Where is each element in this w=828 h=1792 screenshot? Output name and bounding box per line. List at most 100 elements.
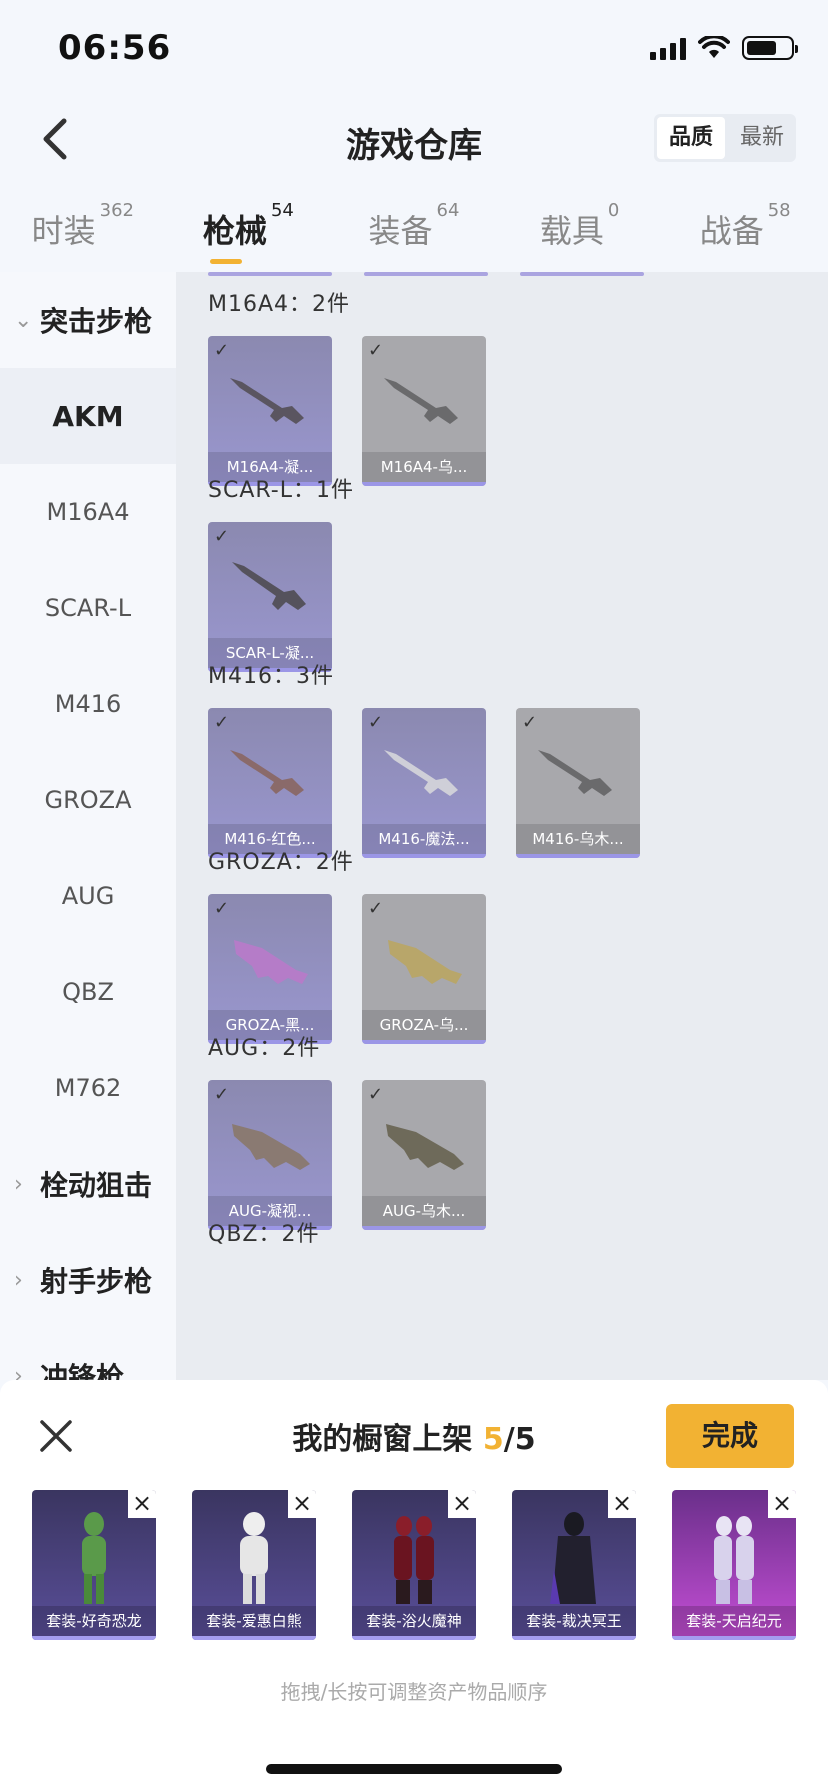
section-title: AUG：2件 [208, 1036, 321, 1061]
check-icon: ✓ [214, 340, 230, 361]
tab-count: 54 [270, 200, 294, 221]
showcase-item-name: 套装-裁决冥王 [512, 1606, 636, 1636]
category-tabs: 时装362 枪械54 装备64 载具0 战备58 [0, 196, 828, 272]
rifle-icon [234, 940, 308, 984]
sidebar-group-smg[interactable]: › 冲锋枪 [0, 1328, 176, 1380]
chevron-right-icon: › [14, 1171, 23, 1197]
section-m16a4: M16A4：2件 ✓ M16A4-凝... ✓ M16A4-乌... [208, 284, 486, 486]
sidebar-group-label: 栓动狙击 [40, 1169, 153, 1202]
tab-fashion[interactable]: 时装362 [0, 196, 166, 272]
section-scar-l: SCAR-L：1件 ✓ SCAR-L-凝... [208, 470, 354, 672]
showcase-item[interactable]: × 套装-浴火魔神 [352, 1490, 476, 1640]
showcase-count-current: 5 [482, 1422, 504, 1457]
done-button[interactable]: 完成 [666, 1404, 794, 1468]
weapon-card[interactable]: ✓ AUG-凝视... [208, 1080, 332, 1230]
showcase-count-total: /5 [503, 1422, 536, 1457]
rifle-icon [538, 750, 612, 796]
card-name: AUG-乌木... [362, 1196, 486, 1226]
remove-icon[interactable]: × [768, 1490, 796, 1518]
sidebar-item-groza[interactable]: GROZA [0, 752, 176, 848]
remove-icon[interactable]: × [448, 1490, 476, 1518]
sidebar-item-qbz[interactable]: QBZ [0, 944, 176, 1040]
bear-costume-icon [240, 1512, 268, 1604]
home-indicator[interactable] [266, 1764, 562, 1774]
scrolled-cards-edge [208, 272, 644, 276]
showcase-item[interactable]: × 套装-好奇恐龙 [32, 1490, 156, 1640]
sidebar-item-scar-l[interactable]: SCAR-L [0, 560, 176, 656]
tab-count: 58 [767, 200, 791, 221]
weapon-card[interactable]: ✓ M16A4-乌... [362, 336, 486, 486]
battery-icon [742, 36, 798, 60]
chevron-right-icon: › [14, 1267, 23, 1293]
sidebar-group-marksman[interactable]: › 射手步枪 [0, 1232, 176, 1328]
armor-costume-icon [714, 1516, 754, 1604]
weapon-card[interactable]: ✓ M416-魔法... [362, 708, 486, 858]
sidebar-item-m416[interactable]: M416 [0, 656, 176, 752]
tab-active-indicator [210, 259, 243, 264]
sidebar-item-m16a4[interactable]: M16A4 [0, 464, 176, 560]
check-icon: ✓ [368, 340, 384, 361]
tab-count: 64 [436, 200, 460, 221]
sidebar-group-bolt-action[interactable]: › 栓动狙击 [0, 1136, 176, 1232]
section-m416: M416：3件 ✓ M416-红色... ✓ M416-魔法... ✓ M416… [208, 656, 640, 858]
sort-newest-button[interactable]: 最新 [728, 114, 796, 162]
sidebar-item-m762[interactable]: M762 [0, 1040, 176, 1136]
header: 游戏仓库 品质 最新 [0, 96, 828, 186]
check-icon: ✓ [368, 898, 384, 919]
showcase-panel: 我的橱窗上架 5/5 完成 × 套装-好奇恐龙 × 套装-爱惠白熊 × 套装-浴… [0, 1380, 828, 1792]
showcase-title-text: 我的橱窗上架 [292, 1422, 483, 1457]
weapon-card[interactable]: ✓ SCAR-L-凝... [208, 522, 332, 672]
sidebar-item-akm[interactable]: AKM [0, 368, 176, 464]
section-title: QBZ：2件 [208, 1222, 320, 1247]
wifi-icon [698, 36, 730, 58]
tab-label: 时装 [31, 212, 96, 250]
check-icon: ✓ [214, 712, 230, 733]
showcase-item-name: 套装-浴火魔神 [352, 1606, 476, 1636]
tab-label: 装备 [368, 212, 433, 250]
tab-label: 载具 [539, 212, 604, 250]
weapon-card[interactable]: ✓ GROZA-黑... [208, 894, 332, 1044]
showcase-item-name: 套装-天启纪元 [672, 1606, 796, 1636]
status-bar: 06:56 [0, 0, 828, 96]
showcase-item[interactable]: × 套装-裁决冥王 [512, 1490, 636, 1640]
dark-king-costume-icon [550, 1512, 596, 1604]
demon-costume-icon [394, 1516, 434, 1604]
remove-icon[interactable]: × [608, 1490, 636, 1518]
showcase-item-name: 套装-爱惠白熊 [192, 1606, 316, 1636]
signal-icon [650, 36, 686, 60]
remove-icon[interactable]: × [288, 1490, 316, 1518]
weapon-card[interactable]: ✓ M416-红色... [208, 708, 332, 858]
rifle-icon [230, 750, 304, 796]
check-icon: ✓ [522, 712, 538, 733]
showcase-item-name: 套装-好奇恐龙 [32, 1606, 156, 1636]
showcase-item[interactable]: × 套装-爱惠白熊 [192, 1490, 316, 1640]
sidebar-group-label: 冲锋枪 [40, 1361, 125, 1380]
remove-icon[interactable]: × [128, 1490, 156, 1518]
weapon-card[interactable]: ✓ AUG-乌木... [362, 1080, 486, 1230]
sort-toggle: 品质 最新 [653, 114, 796, 162]
tab-count: 0 [607, 200, 620, 221]
section-groza: GROZA：2件 ✓ GROZA-黑... ✓ GROZA-乌... [208, 842, 486, 1044]
tab-count: 362 [99, 200, 134, 221]
sidebar-group-label: 射手步枪 [40, 1265, 153, 1298]
showcase-item[interactable]: × 套装-天启纪元 [672, 1490, 796, 1640]
chevron-right-icon: › [14, 1363, 23, 1381]
sort-quality-button[interactable]: 品质 [656, 117, 725, 159]
check-icon: ✓ [368, 1084, 384, 1105]
rifle-icon [384, 750, 458, 796]
tab-vehicles[interactable]: 载具0 [497, 196, 663, 272]
sidebar-item-aug[interactable]: AUG [0, 848, 176, 944]
sidebar-group-label: 突击步枪 [40, 305, 153, 338]
tab-equipment[interactable]: 装备64 [331, 196, 497, 272]
weapon-card[interactable]: ✓ M416-乌木... [516, 708, 640, 858]
tab-guns[interactable]: 枪械54 [166, 196, 332, 272]
tab-battle-gear[interactable]: 战备58 [662, 196, 828, 272]
rifle-icon [232, 562, 306, 610]
weapon-card[interactable]: ✓ GROZA-乌... [362, 894, 486, 1044]
sidebar: ⌄ 突击步枪 AKM M16A4 SCAR-L M416 GROZA AUG Q… [0, 272, 176, 1380]
weapon-card[interactable]: ✓ M16A4-凝... [208, 336, 332, 486]
check-icon: ✓ [368, 712, 384, 733]
chevron-down-icon: ⌄ [14, 307, 33, 333]
card-name: M416-乌木... [516, 824, 640, 854]
sidebar-group-assault-rifles[interactable]: ⌄ 突击步枪 [0, 272, 176, 368]
